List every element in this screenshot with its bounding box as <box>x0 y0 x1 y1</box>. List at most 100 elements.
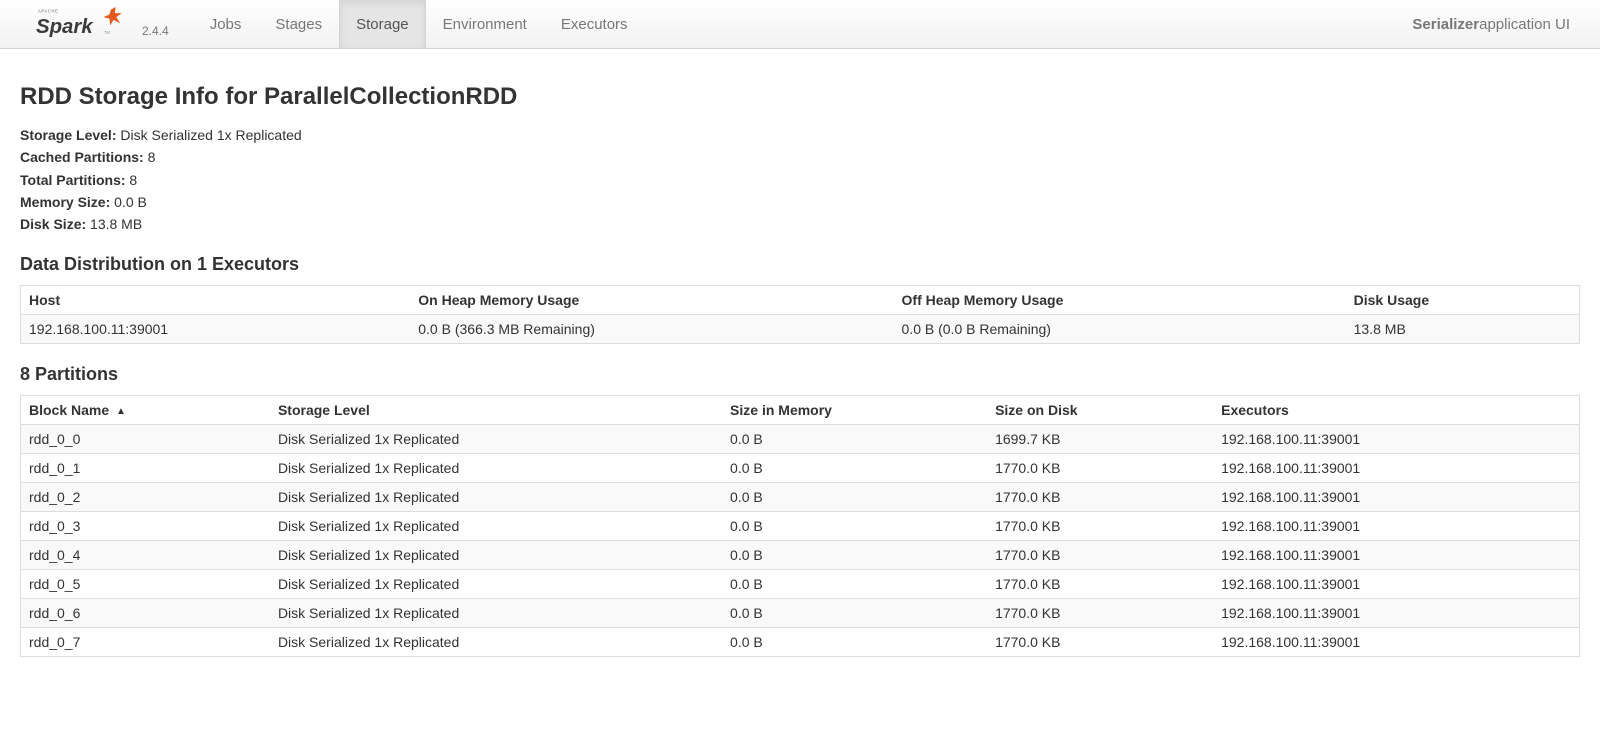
summary-item: Disk Size: 13.8 MB <box>20 214 1580 234</box>
nav-tab-executors[interactable]: Executors <box>544 0 645 48</box>
table-cell: Disk Serialized 1x Replicated <box>270 628 722 657</box>
table-header-cell[interactable]: Disk Usage <box>1346 286 1580 315</box>
table-cell: 1770.0 KB <box>987 512 1213 541</box>
nav-tab-stages[interactable]: Stages <box>258 0 339 48</box>
table-row: rdd_0_5Disk Serialized 1x Replicated0.0 … <box>21 570 1580 599</box>
nav-tab-environment[interactable]: Environment <box>426 0 544 48</box>
summary-item: Storage Level: Disk Serialized 1x Replic… <box>20 125 1580 145</box>
table-cell: 0.0 B <box>722 454 987 483</box>
table-cell: 1770.0 KB <box>987 483 1213 512</box>
main-content: RDD Storage Info for ParallelCollectionR… <box>0 49 1600 715</box>
table-cell: 1770.0 KB <box>987 454 1213 483</box>
table-cell: 1770.0 KB <box>987 599 1213 628</box>
table-cell: 192.168.100.11:39001 <box>1213 454 1579 483</box>
table-cell: 0.0 B <box>722 599 987 628</box>
summary-item-value: 13.8 MB <box>90 216 142 232</box>
table-cell: rdd_0_2 <box>21 483 270 512</box>
table-row: rdd_0_3Disk Serialized 1x Replicated0.0 … <box>21 512 1580 541</box>
app-name-suffix: application UI <box>1479 16 1570 33</box>
svg-text:Spark: Spark <box>36 16 94 38</box>
table-cell: 192.168.100.11:39001 <box>1213 483 1579 512</box>
table-header-cell[interactable]: On Heap Memory Usage <box>410 286 893 315</box>
table-row: rdd_0_2Disk Serialized 1x Replicated0.0 … <box>21 483 1580 512</box>
table-header-label: Storage Level <box>278 402 370 418</box>
table-cell: 0.0 B (366.3 MB Remaining) <box>410 315 893 344</box>
svg-text:APACHE: APACHE <box>38 8 59 13</box>
app-name-label: Serializer application UI <box>1412 0 1580 48</box>
table-header-row: HostOn Heap Memory UsageOff Heap Memory … <box>21 286 1580 315</box>
table-header-label: Size in Memory <box>730 402 832 418</box>
table-cell: 192.168.100.11:39001 <box>1213 425 1579 454</box>
table-row: rdd_0_1Disk Serialized 1x Replicated0.0 … <box>21 454 1580 483</box>
table-cell: rdd_0_7 <box>21 628 270 657</box>
summary-item-value: 8 <box>148 149 156 165</box>
table-cell: 0.0 B (0.0 B Remaining) <box>894 315 1346 344</box>
table-row: rdd_0_0Disk Serialized 1x Replicated0.0 … <box>21 425 1580 454</box>
table-cell: Disk Serialized 1x Replicated <box>270 483 722 512</box>
nav-tab-jobs[interactable]: Jobs <box>193 0 259 48</box>
sort-ascending-icon: ▲ <box>116 406 126 417</box>
table-cell: 0.0 B <box>722 512 987 541</box>
table-cell: 1770.0 KB <box>987 570 1213 599</box>
summary-item-label: Storage Level: <box>20 127 116 143</box>
table-header-cell[interactable]: Storage Level <box>270 396 722 425</box>
table-cell: 0.0 B <box>722 570 987 599</box>
table-cell: Disk Serialized 1x Replicated <box>270 454 722 483</box>
top-navbar: APACHE Spark TM 2.4.4 JobsStagesStorageE… <box>0 0 1600 49</box>
table-row: rdd_0_4Disk Serialized 1x Replicated0.0 … <box>21 541 1580 570</box>
svg-text:TM: TM <box>104 30 110 35</box>
distribution-table: HostOn Heap Memory UsageOff Heap Memory … <box>20 285 1580 344</box>
table-cell: Disk Serialized 1x Replicated <box>270 512 722 541</box>
table-header-cell[interactable]: Host <box>21 286 411 315</box>
table-cell: 13.8 MB <box>1346 315 1580 344</box>
table-header-cell[interactable]: Off Heap Memory Usage <box>894 286 1346 315</box>
table-cell: rdd_0_5 <box>21 570 270 599</box>
summary-item: Cached Partitions: 8 <box>20 147 1580 167</box>
table-cell: 0.0 B <box>722 483 987 512</box>
table-cell: rdd_0_4 <box>21 541 270 570</box>
table-cell: 1699.7 KB <box>987 425 1213 454</box>
table-cell: Disk Serialized 1x Replicated <box>270 570 722 599</box>
table-cell: 1770.0 KB <box>987 628 1213 657</box>
summary-item-value: 0.0 B <box>114 194 147 210</box>
table-header-label: Executors <box>1221 402 1289 418</box>
table-cell: 192.168.100.11:39001 <box>1213 512 1579 541</box>
table-row: rdd_0_7Disk Serialized 1x Replicated0.0 … <box>21 628 1580 657</box>
table-header-row: Block Name ▲ Storage Level Size in Memory S… <box>21 396 1580 425</box>
brand-version: 2.4.4 <box>142 24 169 48</box>
table-cell: 192.168.100.11:39001 <box>1213 570 1579 599</box>
app-name-strong: Serializer <box>1412 16 1479 33</box>
brand-link[interactable]: APACHE Spark TM 2.4.4 <box>36 0 187 48</box>
rdd-summary-list: Storage Level: Disk Serialized 1x Replic… <box>20 125 1580 234</box>
table-row: 192.168.100.11:390010.0 B (366.3 MB Rema… <box>21 315 1580 344</box>
summary-item-label: Memory Size: <box>20 194 110 210</box>
table-header-cell[interactable]: Block Name ▲ <box>21 396 270 425</box>
distribution-heading: Data Distribution on 1 Executors <box>20 254 1580 275</box>
table-cell: 192.168.100.11:39001 <box>21 315 411 344</box>
spark-logo-icon: APACHE Spark TM <box>36 7 138 41</box>
table-cell: Disk Serialized 1x Replicated <box>270 425 722 454</box>
nav-tab-storage[interactable]: Storage <box>339 0 426 48</box>
table-header-label: Size on Disk <box>995 402 1077 418</box>
table-cell: 192.168.100.11:39001 <box>1213 628 1579 657</box>
table-cell: 192.168.100.11:39001 <box>1213 541 1579 570</box>
table-cell: Disk Serialized 1x Replicated <box>270 599 722 628</box>
table-header-cell[interactable]: Size in Memory <box>722 396 987 425</box>
summary-item-label: Cached Partitions: <box>20 149 144 165</box>
table-header-cell[interactable]: Size on Disk <box>987 396 1213 425</box>
summary-item-value: 8 <box>129 172 137 188</box>
table-cell: 0.0 B <box>722 628 987 657</box>
page-title: RDD Storage Info for ParallelCollectionR… <box>20 83 1580 111</box>
table-cell: 0.0 B <box>722 425 987 454</box>
summary-item: Memory Size: 0.0 B <box>20 192 1580 212</box>
table-header-cell[interactable]: Executors <box>1213 396 1579 425</box>
summary-item-label: Total Partitions: <box>20 172 126 188</box>
summary-item-label: Disk Size: <box>20 216 86 232</box>
table-cell: rdd_0_6 <box>21 599 270 628</box>
partitions-heading: 8 Partitions <box>20 364 1580 385</box>
summary-item-value: Disk Serialized 1x Replicated <box>120 127 301 143</box>
table-cell: Disk Serialized 1x Replicated <box>270 541 722 570</box>
table-row: rdd_0_6Disk Serialized 1x Replicated0.0 … <box>21 599 1580 628</box>
table-cell: rdd_0_0 <box>21 425 270 454</box>
table-cell: 1770.0 KB <box>987 541 1213 570</box>
